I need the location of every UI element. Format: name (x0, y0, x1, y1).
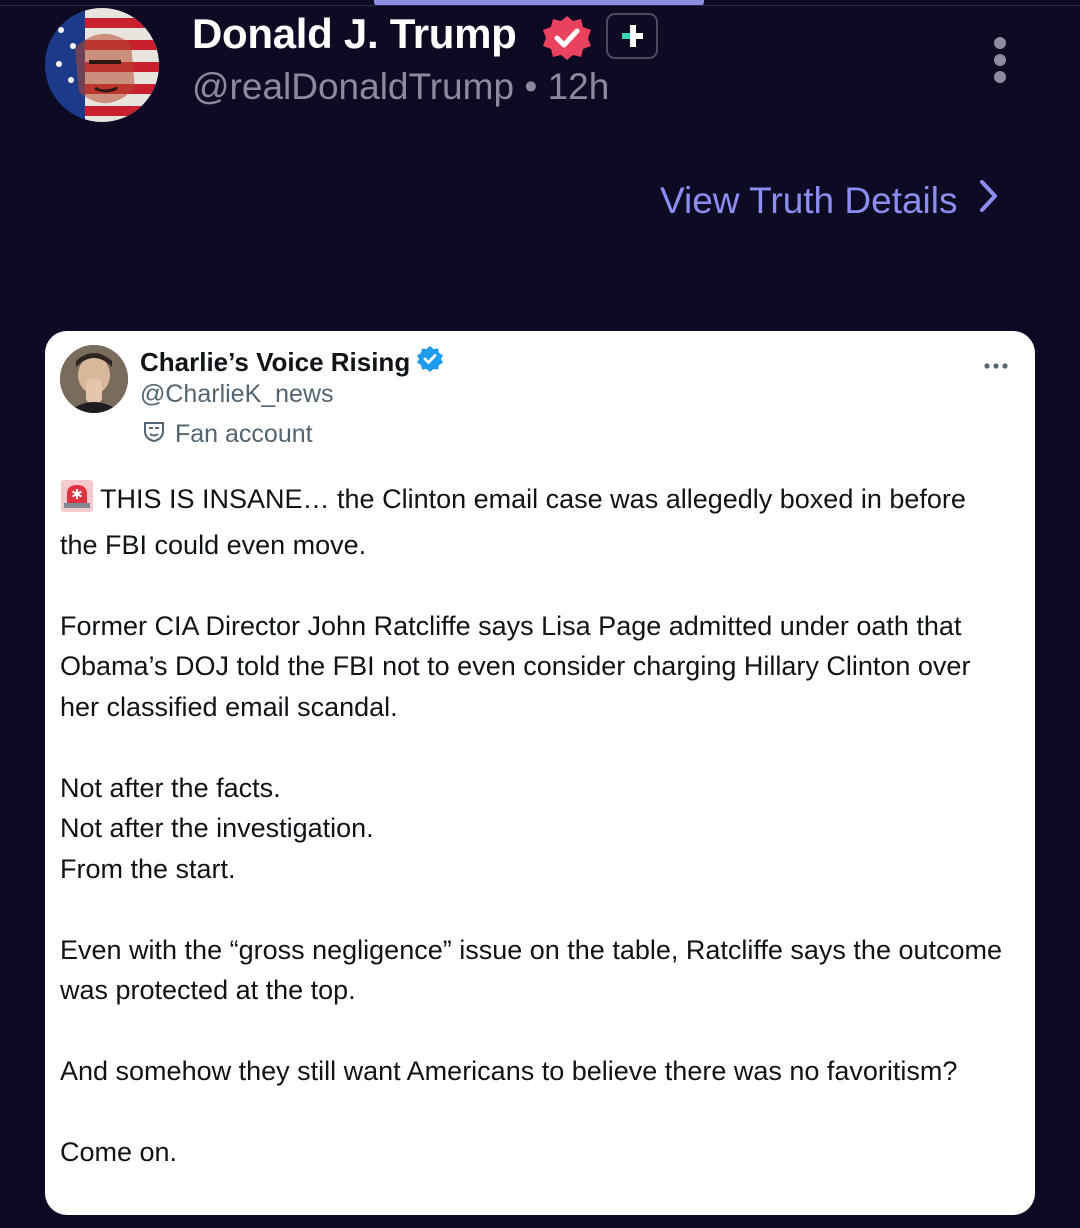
fan-account-label: Fan account (175, 420, 313, 448)
author-handle-line: @realDonaldTrump • 12h (192, 66, 609, 108)
post-paragraph: Even with the “gross negligence” issue o… (60, 934, 1003, 1006)
author-avatar[interactable] (45, 8, 159, 122)
quoted-author-handle[interactable]: @CharlieK_news (140, 380, 334, 409)
top-divider (0, 5, 1080, 6)
truth-plus-icon[interactable] (606, 13, 658, 59)
more-horizontal-icon[interactable] (983, 357, 1009, 369)
post-line: From the start. (60, 853, 236, 884)
post-paragraph: Come on. (60, 1137, 178, 1167)
blue-check-icon (416, 345, 444, 380)
quoted-author-name-row: Charlie’s Voice Rising (140, 345, 444, 380)
siren-icon (60, 479, 94, 525)
quoted-post-card[interactable]: Charlie’s Voice Rising @CharlieK_news Fa… (45, 331, 1035, 1215)
quoted-post-text: THIS IS INSANE… the Clinton email case w… (60, 479, 1010, 1173)
author-handle[interactable]: @realDonaldTrump (192, 66, 514, 107)
post-line: Not after the investigation. (60, 813, 374, 843)
author-name[interactable]: Donald J. Trump (192, 10, 517, 58)
quoted-author-name[interactable]: Charlie’s Voice Rising (140, 347, 410, 378)
quoted-author-avatar[interactable] (60, 345, 128, 413)
post-paragraph: THIS IS INSANE… the Clinton email case w… (60, 479, 1010, 565)
post-line: Not after the facts. (60, 772, 281, 803)
chevron-right-icon (978, 178, 1000, 223)
post-time: 12h (547, 66, 610, 107)
view-truth-details-link[interactable]: View Truth Details (660, 178, 1000, 223)
fan-account-label-row: Fan account (143, 420, 313, 449)
view-truth-details-label: View Truth Details (660, 179, 958, 221)
post-paragraph: And somehow they still want Americans to… (60, 1056, 958, 1086)
verified-badge-icon (539, 14, 595, 62)
more-vertical-icon[interactable] (988, 36, 1012, 88)
fan-mask-icon (143, 420, 165, 449)
handle-separator: • (524, 66, 538, 107)
post-paragraph: Former CIA Director John Ratcliffe says … (60, 610, 971, 722)
